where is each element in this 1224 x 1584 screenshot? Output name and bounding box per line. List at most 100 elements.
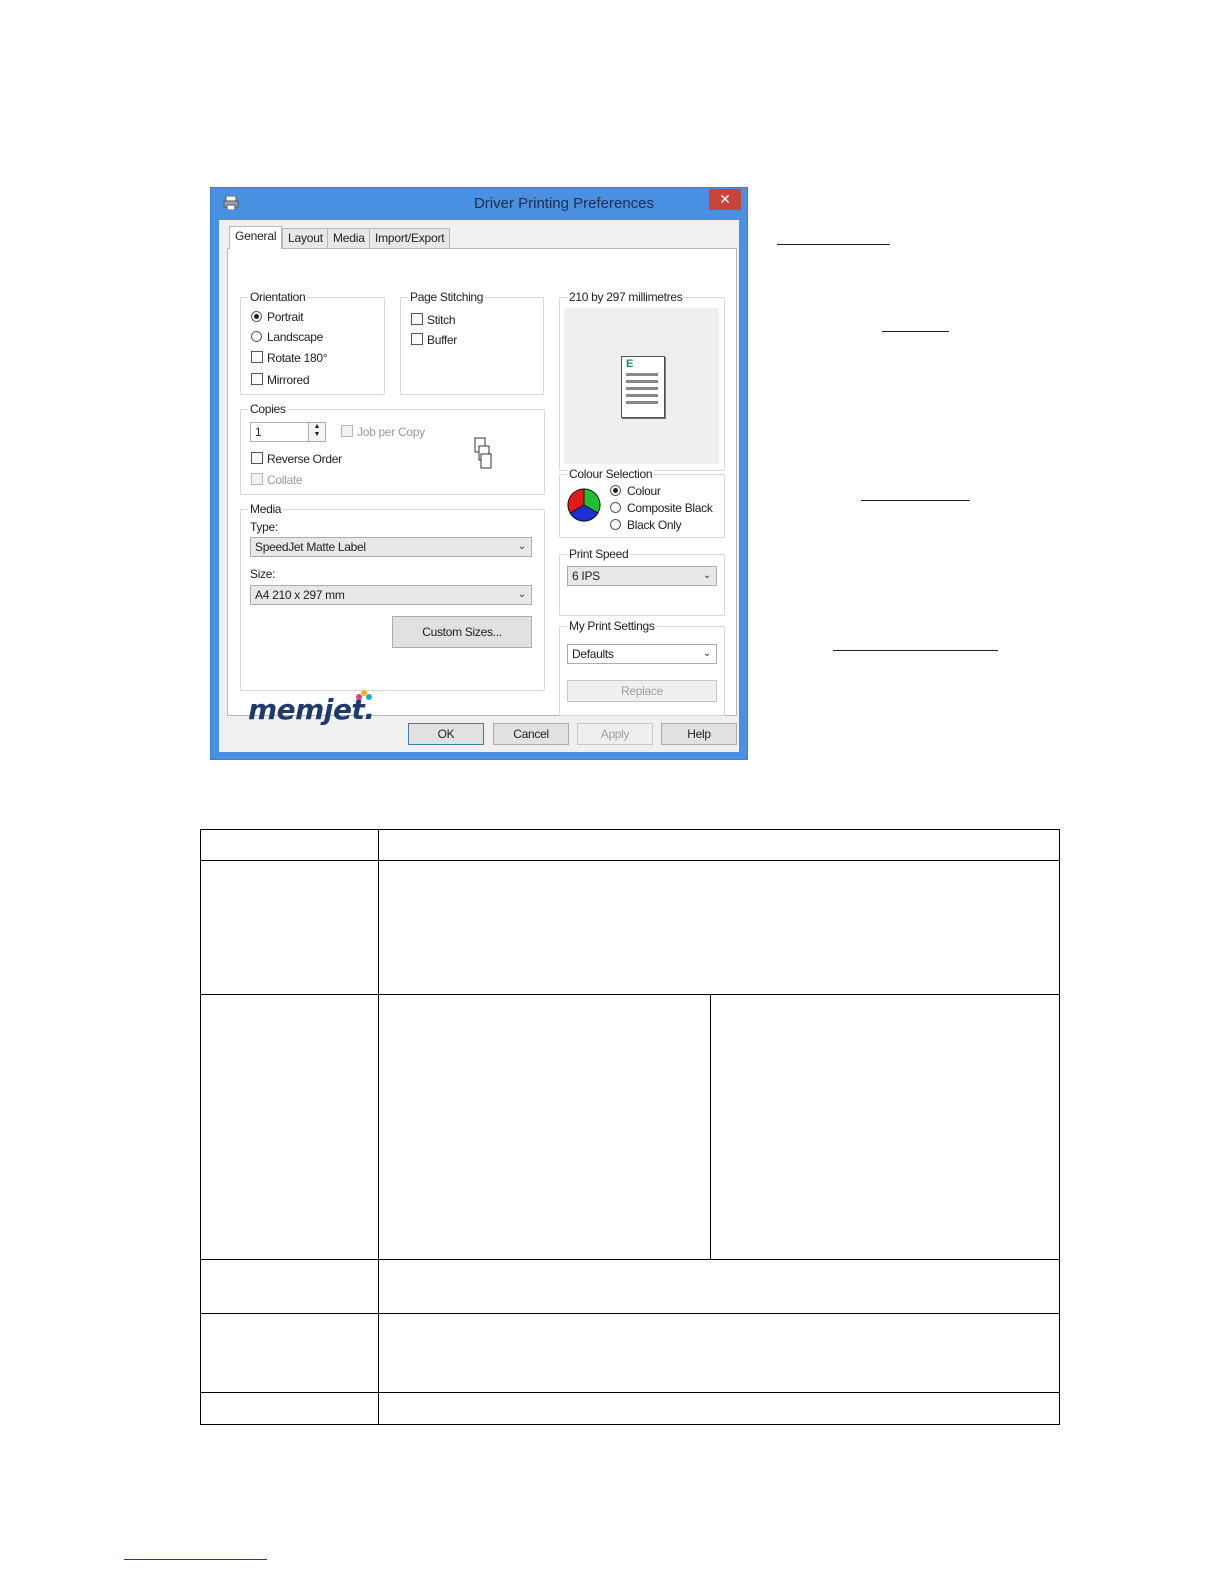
replace-button[interactable]: Replace: [567, 680, 717, 702]
stitch-label: Stitch: [427, 313, 456, 327]
print-speed-value: 6 IPS: [572, 569, 600, 583]
collate-checkbox[interactable]: [251, 473, 263, 485]
table-row-border: [200, 1259, 1060, 1260]
table-row-border: [200, 829, 1060, 830]
print-speed-title: Print Speed: [567, 547, 631, 561]
my-print-settings-select[interactable]: Defaults ⌄: [567, 644, 717, 664]
black-only-radio[interactable]: [610, 519, 621, 530]
mirrored-checkbox[interactable]: [251, 373, 263, 385]
my-print-settings-group: My Print Settings Defaults ⌄ Replace: [559, 619, 725, 716]
page-preview-icon: E: [621, 356, 665, 418]
copies-spin-buttons[interactable]: ▲ ▼: [308, 423, 325, 441]
portrait-label: Portrait: [267, 310, 304, 324]
black-only-label: Black Only: [627, 518, 682, 532]
memjet-logo-text: memjet.: [248, 693, 375, 726]
chevron-down-icon: ⌄: [517, 541, 526, 552]
rotate-180-label: Rotate 180°: [267, 351, 328, 365]
underlined-link-4[interactable]: [833, 650, 998, 651]
landscape-radio[interactable]: [251, 331, 262, 342]
table-row-border: [200, 860, 1060, 861]
table-column-border: [1059, 829, 1060, 1425]
copies-group: Copies 1 ▲ ▼ Job per Copy Reverse Order: [240, 402, 545, 495]
title-bar[interactable]: Driver Printing Preferences ✕: [211, 188, 747, 220]
underlined-link-2[interactable]: [882, 331, 949, 332]
page-preview-area: E: [564, 308, 719, 464]
underlined-link-3[interactable]: [861, 500, 970, 501]
close-button[interactable]: ✕: [709, 189, 741, 210]
table-column-border: [200, 829, 201, 1425]
chevron-down-icon: ⌄: [702, 570, 711, 581]
media-type-label: Type:: [250, 520, 278, 534]
spin-up-icon[interactable]: ▲: [309, 423, 325, 431]
general-tab-panel: Orientation Portrait Landscape Rotate 18…: [227, 248, 737, 726]
media-size-select[interactable]: A4 210 x 297 mm ⌄: [250, 585, 532, 605]
reverse-order-label: Reverse Order: [267, 452, 342, 466]
colour-radio[interactable]: [610, 485, 621, 496]
media-size-label: Size:: [250, 567, 276, 581]
table-row-border: [200, 994, 1060, 995]
table-row-border: [200, 1424, 1060, 1425]
copies-title: Copies: [248, 402, 288, 416]
page-stitching-group: Page Stitching Stitch Buffer: [400, 290, 544, 395]
media-title: Media: [248, 502, 284, 516]
page-stitching-title: Page Stitching: [408, 290, 486, 304]
ok-button[interactable]: OK: [408, 723, 484, 745]
composite-black-label: Composite Black: [627, 501, 713, 515]
dialog-client: General Layout Media Import/Export Orien…: [219, 220, 739, 752]
landscape-label: Landscape: [267, 330, 324, 344]
media-type-value: SpeedJet Matte Label: [255, 540, 366, 554]
chevron-down-icon: ⌄: [517, 589, 526, 600]
print-speed-group: Print Speed 6 IPS ⌄: [559, 547, 725, 616]
page-preview-letter: E: [626, 358, 634, 370]
orientation-title: Orientation: [248, 290, 308, 304]
colour-wheel-icon: [567, 488, 601, 522]
table-column-border: [710, 994, 711, 1259]
colour-selection-title: Colour Selection: [567, 467, 655, 481]
buffer-label: Buffer: [427, 333, 457, 347]
my-print-settings-title: My Print Settings: [567, 619, 657, 633]
page-size-caption: 210 by 297 millimetres: [567, 290, 685, 304]
underlined-link-1[interactable]: [777, 244, 890, 245]
my-print-settings-value: Defaults: [572, 647, 614, 661]
tab-general[interactable]: General: [229, 226, 283, 249]
collate-label: Collate: [267, 473, 303, 487]
copies-value: 1: [255, 425, 262, 439]
chevron-down-icon: ⌄: [702, 648, 711, 659]
printing-preferences-dialog: Driver Printing Preferences ✕ General La…: [210, 187, 748, 760]
mirrored-label: Mirrored: [267, 373, 310, 387]
window-title: Driver Printing Preferences: [473, 195, 655, 212]
spin-down-icon[interactable]: ▼: [309, 431, 325, 439]
table-row-border: [200, 1313, 1060, 1314]
table-row-border: [200, 1392, 1060, 1393]
composite-black-radio[interactable]: [610, 502, 621, 513]
job-per-copy-label: Job per Copy: [357, 425, 425, 439]
tab-media[interactable]: Media: [327, 228, 371, 248]
apply-button[interactable]: Apply: [577, 723, 653, 745]
stitch-checkbox[interactable]: [411, 313, 423, 325]
reverse-order-checkbox[interactable]: [251, 452, 263, 464]
settings-table: [200, 829, 1060, 1425]
close-icon: ✕: [719, 191, 731, 207]
print-speed-select[interactable]: 6 IPS ⌄: [567, 566, 717, 586]
tab-import-export[interactable]: Import/Export: [369, 228, 451, 248]
collate-pages-icon: [474, 437, 492, 469]
rotate-180-checkbox[interactable]: [251, 351, 263, 363]
orientation-group: Orientation Portrait Landscape Rotate 18…: [240, 290, 385, 395]
colour-selection-group: Colour Selection Colour Composite Black …: [559, 467, 725, 538]
footer-link[interactable]: [124, 1559, 267, 1560]
portrait-radio[interactable]: [251, 311, 262, 322]
custom-sizes-button[interactable]: Custom Sizes...: [392, 616, 532, 648]
cancel-button[interactable]: Cancel: [493, 723, 569, 745]
page-preview-group: 210 by 297 millimetres E: [559, 290, 725, 471]
media-group: Media Type: SpeedJet Matte Label ⌄ Size:…: [240, 502, 545, 691]
media-size-value: A4 210 x 297 mm: [255, 588, 345, 602]
buffer-checkbox[interactable]: [411, 333, 423, 345]
media-type-select[interactable]: SpeedJet Matte Label ⌄: [250, 537, 532, 557]
memjet-logo: memjet.: [248, 689, 418, 729]
colour-label: Colour: [627, 484, 661, 498]
help-button[interactable]: Help: [661, 723, 737, 745]
copies-stepper[interactable]: 1 ▲ ▼: [250, 422, 326, 442]
job-per-copy-checkbox[interactable]: [341, 425, 353, 437]
tab-layout[interactable]: Layout: [282, 228, 329, 248]
table-column-border: [378, 829, 379, 1425]
